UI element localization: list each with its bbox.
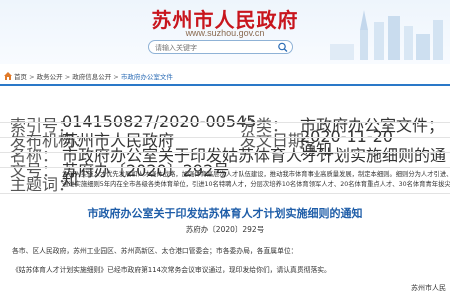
search-icon[interactable] <box>276 41 290 53</box>
breadcrumb-divider <box>0 84 450 86</box>
article-body: 《姑苏体育人才计划实施细则》已经市政府第114次常务会议审议通过，现印发给你们，… <box>12 266 331 274</box>
article-title: 市政府办公室关于印发姑苏体育人才计划实施细则的通知 <box>87 207 363 220</box>
search-input[interactable] <box>155 42 275 53</box>
search-box <box>148 40 293 54</box>
row-divider <box>0 193 450 194</box>
breadcrumb: 首页 > 政务公开 > 政府信息公开 > 市政府办公室文件 <box>0 70 450 84</box>
breadcrumb-current[interactable]: 市政府办公室文件 <box>121 73 173 81</box>
info-row: 索引号： 014150827/2020-00545 分类： 市政府办公室文件；通… <box>0 109 450 159</box>
breadcrumb-home[interactable]: 首页 <box>14 73 27 81</box>
summary-line: 通过实施细则5年内在全市各级各类体育单位，引进10名特聘人才，分层次培养10名体… <box>62 181 450 188</box>
summary-row: 主题词： 为深入实施人才优先发展和人才强体战略，加强体育高层次人才队伍建设，推动… <box>0 168 450 192</box>
breadcrumb-info-disclosure[interactable]: 政府信息公开 <box>72 73 111 81</box>
site-header: 苏州市人民政府 www.suzhou.gov.cn <box>0 0 450 64</box>
article-doc-number: 苏府办〔2020〕292号 <box>185 225 265 234</box>
breadcrumb-separator: > <box>113 73 119 81</box>
summary-line: 为深入实施人才优先发展和人才强体战略，加强体育高层次人才队伍建设，推动我市体育事… <box>62 171 450 178</box>
summary-text: 为深入实施人才优先发展和人才强体战略，加强体育高层次人才队伍建设，推动我市体育事… <box>62 170 450 190</box>
info-row: 名称： 市政府办公室关于印发姑苏体育人才计划实施细则的通知 <box>0 139 450 189</box>
info-row: 文号： 苏府办〔2020〕292号 <box>0 154 450 180</box>
article-signature: 苏州市人民 <box>411 284 446 292</box>
row-divider <box>0 152 450 153</box>
article-salutation: 各市、区人民政府，苏州工业园区、苏州高新区、太仓港口管委会；市各委办局，各直属单… <box>12 247 298 255</box>
breadcrumb-separator: > <box>29 73 35 81</box>
row-divider <box>0 137 450 138</box>
breadcrumb-open-affairs[interactable]: 政务公开 <box>37 73 63 81</box>
site-url: www.suzhou.gov.cn <box>185 28 265 38</box>
breadcrumb-separator: > <box>64 73 71 81</box>
row-divider <box>0 122 450 123</box>
info-row: 发布机构： 苏州市人民政府 发文日期： 2020-11-20 <box>0 124 450 150</box>
home-icon <box>4 72 12 80</box>
